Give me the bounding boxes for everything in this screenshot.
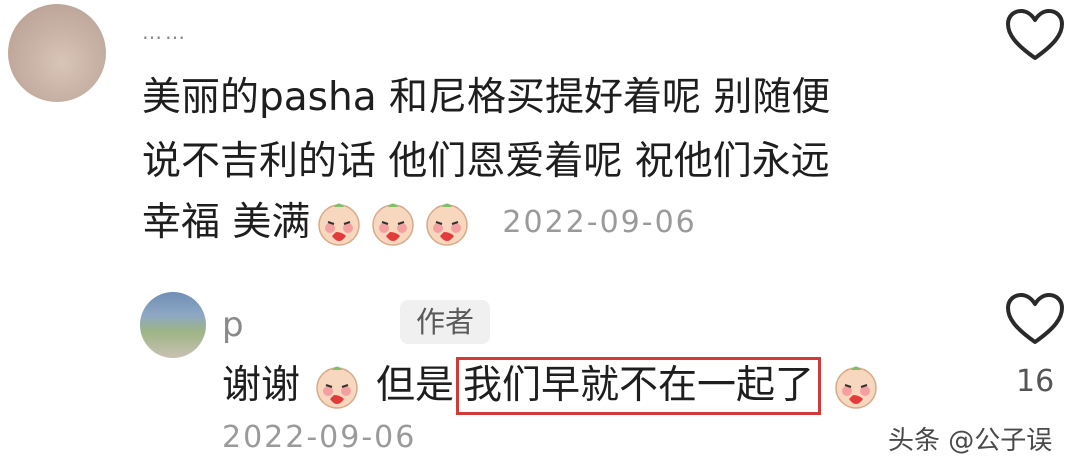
watermark: 头条 @公子误 — [888, 426, 1053, 456]
author-badge: 作者 — [400, 300, 491, 344]
shy-face-emoji — [831, 361, 881, 411]
heart-outline-icon[interactable] — [1005, 8, 1065, 62]
shy-face-emoji — [368, 198, 418, 248]
reply-text-prefix: 谢谢 — [222, 363, 301, 408]
comment-text-line: 幸福 美满 2022-09-06 — [142, 193, 697, 253]
avatar[interactable] — [140, 292, 206, 358]
heart-outline-icon[interactable] — [1005, 292, 1065, 346]
reply-date: 2022-09-06 — [222, 420, 417, 455]
comment-date: 2022-09-06 — [502, 205, 697, 240]
reply-text: 谢谢 但是 我们早就不在一起了 — [222, 356, 881, 416]
username[interactable]: …… — [142, 20, 188, 44]
shy-face-emoji — [422, 198, 472, 248]
avatar[interactable] — [8, 4, 106, 102]
comment-text-line-part: 幸福 美满 — [142, 200, 311, 245]
highlighted-text: 我们早就不在一起了 — [456, 357, 822, 415]
comment-text-line: 美丽的pasha 和尼格买提好着呢 别随便 — [142, 75, 831, 120]
username[interactable]: p — [222, 305, 244, 345]
shy-face-emoji — [314, 198, 364, 248]
shy-face-emoji — [312, 361, 362, 411]
comment-text-line: 说不吉利的话 他们恩爱着呢 祝他们永远 — [142, 139, 830, 184]
like-count: 16 — [1016, 364, 1055, 399]
reply-text-middle: 但是 — [376, 363, 455, 408]
